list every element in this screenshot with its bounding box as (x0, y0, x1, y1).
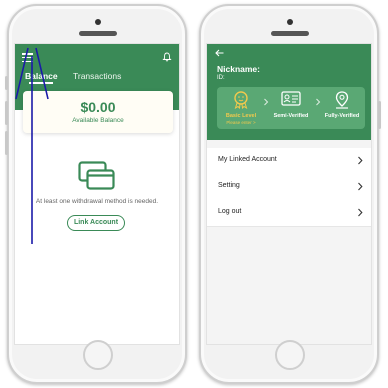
phone-frame-right: Nickname: ID: Basic Level Please enter > (199, 4, 381, 384)
id-label: ID: (217, 75, 225, 81)
level-fully-verified-label: Fully-Verified (324, 113, 360, 119)
wallet-screen: Balance Transactions $0.00 Available Bal… (14, 43, 180, 345)
link-account-button[interactable]: Link Account (67, 215, 125, 231)
tab-balance[interactable]: Balance (25, 71, 58, 81)
location-badge-icon (335, 91, 349, 109)
level-basic[interactable]: Basic Level Please enter > (219, 91, 263, 125)
power-button (378, 101, 381, 129)
menu-item-label: Setting (218, 182, 240, 189)
level-fully-verified[interactable]: Fully-Verified (320, 91, 364, 119)
level-semi-verified-label: Semi-Verified (273, 113, 309, 119)
bell-icon[interactable] (162, 52, 172, 62)
side-button (5, 76, 8, 90)
front-camera (287, 19, 293, 25)
back-arrow-icon[interactable] (215, 49, 224, 57)
menu-icon[interactable] (22, 53, 33, 63)
menu-item-setting[interactable]: Setting (207, 174, 371, 201)
tab-transactions[interactable]: Transactions (73, 71, 121, 81)
verification-levels-panel: Basic Level Please enter > Semi-Verified… (217, 87, 365, 129)
menu-item-label: Log out (218, 208, 242, 215)
home-button[interactable] (275, 340, 305, 370)
balance-amount: $0.00 (80, 99, 116, 115)
balance-label: Available Balance (72, 117, 124, 124)
empty-state-message: At least one withdrawal method is needed… (35, 198, 159, 205)
menu-item-my-linked-account[interactable]: My Linked Account (207, 148, 371, 175)
cards-icon (78, 161, 115, 190)
volume-down-button (5, 131, 8, 155)
level-semi-verified[interactable]: Semi-Verified (269, 91, 313, 119)
home-button[interactable] (83, 340, 113, 370)
earpiece-speaker (271, 31, 309, 36)
earpiece-speaker (79, 31, 117, 36)
front-camera (95, 19, 101, 25)
profile-header: Nickname: ID: Basic Level Please enter > (207, 44, 371, 140)
volume-up-button (5, 101, 8, 125)
menu-screen: Nickname: ID: Basic Level Please enter > (206, 43, 372, 345)
face-badge-icon (234, 91, 248, 109)
level-basic-label: Basic Level (225, 113, 257, 119)
level-basic-sublabel[interactable]: Please enter > (219, 120, 263, 125)
nickname-label: Nickname: (217, 64, 260, 74)
balance-card: $0.00 Available Balance (23, 91, 173, 133)
chevron-right-icon (358, 208, 363, 217)
phone-frame-left: Balance Transactions $0.00 Available Bal… (5, 4, 187, 384)
id-card-icon (281, 91, 301, 106)
menu-item-label: My Linked Account (218, 156, 277, 163)
chevron-right-icon (358, 182, 363, 191)
chevron-right-icon (358, 156, 363, 165)
menu-item-log-out[interactable]: Log out (207, 200, 371, 227)
active-tab-indicator (29, 82, 53, 84)
